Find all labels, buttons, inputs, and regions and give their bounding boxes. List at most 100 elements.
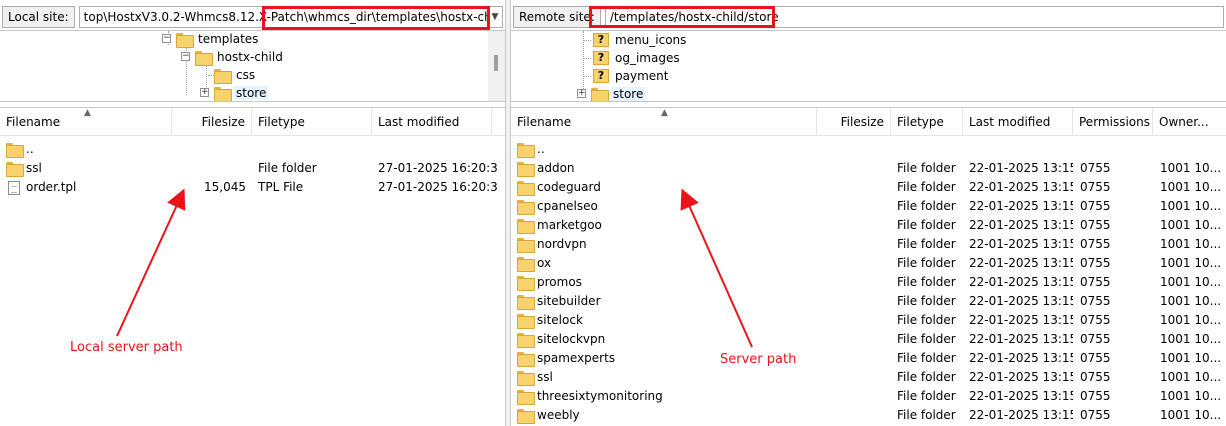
table-row[interactable]: addon File folder 22-01-2025 13:15... 0755 1… [511, 159, 1226, 178]
filename-cell: threesixtymonitoring [517, 387, 817, 406]
filetype-cell: File folder [897, 161, 956, 175]
last-modified-cell: 22-01-2025 13:15... [969, 389, 1073, 403]
tree-item-menu-icons[interactable]: ? menu_icons [593, 31, 688, 49]
table-row[interactable]: codeguard File folder 22-01-2025 13:15... 0… [511, 178, 1226, 197]
permissions-cell: 0755 [1080, 180, 1111, 194]
remote-site-bar: Remote site: /templates/hostx-child/stor… [513, 5, 1224, 29]
unknown-folder-icon: ? [593, 69, 609, 83]
permissions-cell: 0755 [1080, 237, 1111, 251]
col-filesize[interactable]: Filesize [172, 108, 252, 136]
table-row[interactable]: sitebuilder File folder 22-01-2025 13:15..… [511, 292, 1226, 311]
filename-cell: sitebuilder [517, 292, 817, 311]
filetype-cell [258, 140, 372, 159]
col-filename[interactable]: Filename [511, 108, 817, 136]
col-permissions[interactable]: Permissions [1073, 108, 1153, 136]
table-row[interactable]: sitelockvpn File folder 22-01-2025 13:15..… [511, 330, 1226, 349]
table-row[interactable]: threesixtymonitoring File folder 22-01-202… [511, 387, 1226, 406]
folder-icon [517, 333, 535, 348]
filename-cell: promos [517, 273, 817, 292]
filetype-cell: File folder [897, 180, 956, 194]
tree-item-hostx-child[interactable]: − hostx-child [181, 48, 285, 66]
table-row[interactable]: sitelock File folder 22-01-2025 13:15... 07… [511, 311, 1226, 330]
table-row[interactable]: .. [0, 140, 505, 159]
local-site-label: Local site: [2, 6, 75, 28]
owner-cell: 1001 10... [1160, 180, 1222, 194]
remote-directory-tree[interactable]: ? menu_icons ? og_images ? payment + sto… [511, 30, 1226, 102]
tree-item-templates[interactable]: − templates [162, 31, 260, 48]
permissions-cell: 0755 [1080, 294, 1111, 308]
collapse-icon[interactable]: − [162, 34, 171, 43]
owner-cell: 1001 10... [1160, 256, 1222, 270]
local-file-list[interactable]: ▲ Filename Filesize Filetype Last modifi… [0, 107, 505, 426]
table-row[interactable]: .. [511, 140, 1226, 159]
table-row[interactable]: ssl File folder 22-01-2025 13:15... 0755 100… [511, 368, 1226, 387]
folder-icon [517, 295, 535, 310]
filename-cell: marketgoo [517, 216, 817, 235]
folder-icon [517, 371, 535, 386]
collapse-icon[interactable]: − [181, 52, 190, 61]
col-filename[interactable]: Filename [0, 108, 172, 136]
last-modified-cell: 22-01-2025 13:15... [969, 313, 1073, 327]
local-directory-tree[interactable]: − templates − hostx-child css + store [0, 30, 505, 102]
owner-cell: 1001 10... [1160, 351, 1222, 365]
filetype-cell: File folder [258, 161, 317, 175]
filetype-cell [897, 140, 963, 159]
folder-icon [6, 162, 24, 177]
permissions-cell: 0755 [1080, 389, 1111, 403]
remote-site-label: Remote site: [513, 6, 601, 28]
table-row[interactable]: weebly File folder 22-01-2025 13:15... 0755… [511, 406, 1226, 425]
folder-icon [517, 390, 535, 405]
filetype-cell: File folder [897, 237, 956, 251]
owner-cell: 1001 10... [1160, 313, 1222, 327]
permissions-cell: 0755 [1080, 370, 1111, 384]
tree-item-css[interactable]: css [214, 66, 257, 84]
expand-icon[interactable]: + [200, 88, 209, 97]
filetype-cell: File folder [897, 256, 956, 270]
folder-icon [214, 68, 232, 84]
filename-cell: ssl [6, 159, 172, 178]
table-row[interactable]: nordvpn File folder 22-01-2025 13:15... 075… [511, 235, 1226, 254]
expand-icon[interactable]: + [577, 89, 586, 98]
tree-item-store[interactable]: + store [200, 84, 269, 101]
owner-cell: 1001 10... [1160, 237, 1222, 251]
table-row[interactable]: ssl File folder 27-01-2025 16:20:39 [0, 159, 505, 178]
tree-item-payment[interactable]: ? payment [593, 67, 670, 85]
remote-file-list[interactable]: ▲ Filename Filesize Filetype Last modifi… [511, 107, 1226, 426]
local-path-dropdown-button[interactable]: ▼ [487, 7, 502, 27]
local-path-annotation: Local server path [70, 340, 183, 355]
last-modified-cell: 22-01-2025 13:15... [969, 275, 1073, 289]
local-path-input[interactable]: top\HostxV3.0.2-Whmcs8.12.X-Patch\whmcs_… [78, 6, 503, 28]
table-row[interactable]: spamexpertsFile folder22-01-2025 13:15..… [511, 349, 1226, 368]
file-icon [8, 180, 20, 195]
folder-icon [517, 352, 535, 367]
tree-item-store[interactable]: + store [577, 85, 646, 101]
scroll-thumb[interactable] [494, 55, 498, 71]
unknown-folder-icon: ? [593, 33, 609, 47]
tree-item-og-images[interactable]: ? og_images [593, 49, 682, 67]
col-last-modified[interactable]: Last modified [372, 108, 492, 136]
col-filesize[interactable]: Filesize [817, 108, 891, 136]
filename-cell: order.tpl [6, 178, 172, 197]
remote-path-input[interactable]: /templates/hostx-child/store [604, 6, 1224, 28]
filetype-cell: File folder [897, 389, 956, 403]
remote-pane: Remote site: /templates/hostx-child/stor… [510, 0, 1226, 426]
table-row[interactable]: order.tpl 15,045 TPL File 27-01-2025 16:20:… [0, 178, 505, 197]
last-modified-cell: 22-01-2025 13:15... [969, 218, 1073, 232]
filetype-cell: File folder [897, 351, 956, 365]
col-filetype[interactable]: Filetype [891, 108, 963, 136]
table-row[interactable]: ox File folder 22-01-2025 13:15... 0755 1001… [511, 254, 1226, 273]
filetype-cell: File folder [897, 218, 956, 232]
table-row[interactable]: cpanelseo File folder 22-01-2025 13:15... 0… [511, 197, 1226, 216]
folder-icon [195, 50, 213, 66]
last-modified-cell [969, 140, 1073, 159]
col-last-modified[interactable]: Last modified [963, 108, 1073, 136]
filename-cell: .. [6, 140, 172, 159]
owner-cell: 1001 10... [1160, 199, 1222, 213]
owner-cell: 1001 10... [1160, 294, 1222, 308]
table-row[interactable]: promos File folder 22-01-2025 13:15... 0755… [511, 273, 1226, 292]
col-filetype[interactable]: Filetype [252, 108, 372, 136]
filesize-cell [172, 140, 246, 159]
col-owner[interactable]: Owner... [1153, 108, 1226, 136]
local-tree-scrollbar[interactable] [488, 31, 505, 101]
table-row[interactable]: marketgoo File folder 22-01-2025 13:15... 0… [511, 216, 1226, 235]
